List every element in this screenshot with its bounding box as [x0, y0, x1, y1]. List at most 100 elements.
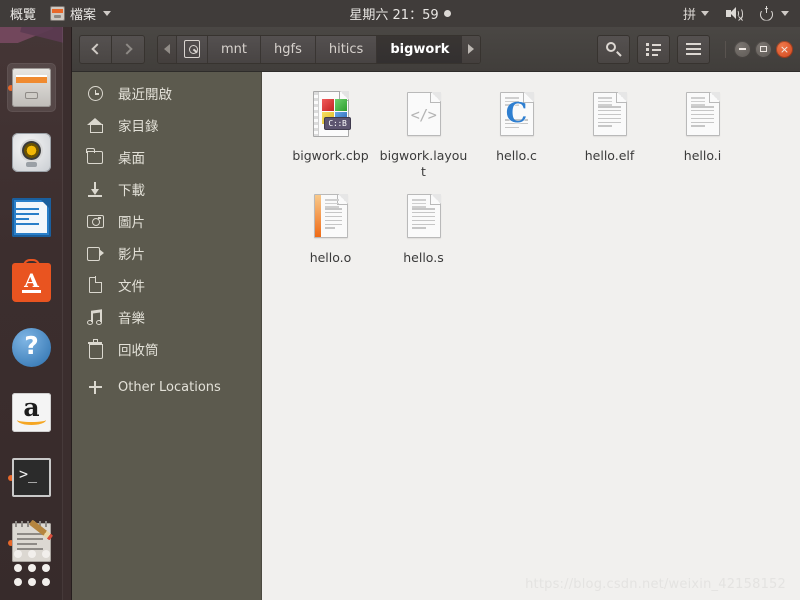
help-question-icon: ?: [12, 328, 51, 367]
chevron-down-icon: [701, 11, 709, 16]
back-button[interactable]: [79, 34, 112, 64]
file-label: hello.elf: [584, 148, 635, 163]
file-item-hello-s[interactable]: hello.s: [377, 188, 470, 274]
chevron-down-icon: [781, 11, 789, 16]
software-center-icon: A: [12, 259, 51, 302]
file-item-hello-i[interactable]: hello.i: [656, 86, 749, 188]
sidebar-item-other-locations[interactable]: Other Locations: [72, 371, 261, 403]
file-label: hello.i: [683, 148, 722, 163]
amazon-icon: a: [12, 393, 51, 432]
sidebar-item-label: 下載: [118, 183, 145, 199]
top-panel-left: 概覽 檔案: [0, 0, 114, 27]
disk-drive-icon: [184, 40, 200, 58]
launcher-item-ubuntu-software[interactable]: A: [7, 258, 56, 307]
sidebar-item-label: 家目錄: [118, 119, 159, 135]
file-label: hello.o: [309, 250, 352, 265]
volume-muted-icon: ×: [726, 6, 744, 23]
sidebar-item-label: 桌面: [118, 151, 145, 167]
sidebar-item-label: 文件: [118, 279, 145, 295]
file-item-hello-elf[interactable]: hello.elf: [563, 86, 656, 188]
sidebar-item-videos[interactable]: 影片: [72, 237, 261, 269]
sidebar-item-label: 音樂: [118, 311, 145, 327]
sidebar-item-home[interactable]: 家目錄: [72, 109, 261, 141]
file-item-hello-o[interactable]: hello.o: [284, 188, 377, 274]
file-item-bigwork-cbp[interactable]: C::B bigwork.cbp: [284, 86, 377, 188]
close-button[interactable]: ×: [776, 40, 793, 58]
clock-button[interactable]: 星期六 21：59: [349, 4, 451, 23]
sidebar-item-pictures[interactable]: 圖片: [72, 205, 261, 237]
triangle-left-icon: [164, 44, 170, 54]
sidebar-item-downloads[interactable]: 下載: [72, 173, 261, 205]
sidebar-item-trash[interactable]: 回收筒: [72, 333, 261, 365]
camera-icon: [72, 214, 118, 228]
text-file-icon: [400, 192, 448, 246]
sidebar-item-documents[interactable]: 文件: [72, 269, 261, 301]
file-type-badge: C::B: [324, 117, 351, 130]
breadcrumb-device[interactable]: [176, 35, 207, 63]
sidebar-item-label: 影片: [118, 247, 145, 263]
sidebar-item-label: 回收筒: [118, 343, 159, 359]
list-view-icon: [646, 43, 661, 56]
file-item-bigwork-layout[interactable]: </> bigwork.layout: [377, 86, 470, 188]
maximize-button[interactable]: [755, 40, 772, 58]
ime-label: 拼: [682, 8, 696, 23]
breadcrumb-scroll-right[interactable]: [462, 35, 481, 63]
file-manager-icon: [12, 68, 51, 107]
launcher-item-rhythmbox[interactable]: [7, 128, 56, 177]
overview-button[interactable]: 概覽: [7, 0, 39, 27]
app-menu-label: 檔案: [70, 8, 97, 23]
window-titlebar: mnt hgfs hitics bigwork ×: [72, 27, 800, 72]
top-panel-right: 拼 ×: [680, 0, 800, 27]
trash-icon: [72, 339, 118, 359]
document-icon: [72, 277, 118, 293]
wallpaper-peek: [0, 27, 63, 43]
window-controls: ×: [725, 40, 793, 58]
recording-indicator-icon: [443, 10, 451, 17]
app-menu-files[interactable]: 檔案: [47, 0, 114, 27]
sidebar-item-desktop[interactable]: 桌面: [72, 141, 261, 173]
file-item-hello-c[interactable]: C hello.c: [470, 86, 563, 188]
launcher-item-terminal[interactable]: >_: [7, 453, 56, 502]
breadcrumb-crumb-3[interactable]: bigwork: [376, 35, 463, 63]
minimize-button[interactable]: [734, 40, 751, 58]
menu-button[interactable]: [677, 34, 710, 64]
file-label: hello.s: [403, 250, 444, 265]
launcher-item-amazon[interactable]: a: [7, 388, 56, 437]
search-icon: [606, 41, 622, 57]
chevron-down-icon: [103, 11, 112, 16]
codeblocks-project-icon: C::B: [307, 90, 355, 144]
session-menu[interactable]: [757, 0, 792, 27]
clock-label: 星期六 21：59: [349, 8, 439, 23]
breadcrumb-crumb-2[interactable]: hitics: [314, 35, 377, 63]
writer-document-icon: [12, 198, 51, 237]
launcher-item-help[interactable]: ?: [7, 323, 56, 372]
search-button[interactable]: [597, 34, 630, 64]
app-grid-icon[interactable]: [14, 550, 50, 586]
text-file-icon: [679, 90, 727, 144]
music-note-icon: [72, 308, 118, 325]
file-label: bigwork.layout: [379, 148, 468, 179]
volume-indicator[interactable]: ×: [723, 0, 746, 27]
folder-icon: [72, 147, 118, 164]
unity-launcher: A ? a >_: [0, 27, 63, 600]
sidebar-item-recent[interactable]: 最近開啟: [72, 77, 261, 109]
file-list-area[interactable]: C::B bigwork.cbp </> bigwork.layout C he…: [262, 72, 800, 600]
clock-icon: [72, 85, 118, 101]
file-manager-window: mnt hgfs hitics bigwork × 最近開啟 家目錄 桌面 下載…: [72, 27, 800, 600]
video-icon: [72, 247, 118, 261]
chevron-left-icon: [91, 43, 103, 55]
download-icon: [72, 181, 118, 197]
launcher-item-libreoffice-writer[interactable]: [7, 193, 56, 242]
file-grid: C::B bigwork.cbp </> bigwork.layout C he…: [284, 86, 790, 274]
file-type-badge: C: [505, 98, 528, 129]
sidebar-item-music[interactable]: 音樂: [72, 301, 261, 333]
view-toggle-button[interactable]: [637, 34, 670, 64]
input-method-indicator[interactable]: 拼: [680, 0, 712, 27]
forward-button[interactable]: [112, 34, 145, 64]
breadcrumb-scroll-left[interactable]: [158, 35, 176, 63]
code-file-icon: </>: [400, 90, 448, 144]
breadcrumb-crumb-1[interactable]: hgfs: [260, 35, 315, 63]
file-label: bigwork.cbp: [292, 148, 369, 163]
launcher-item-files[interactable]: [7, 63, 56, 112]
breadcrumb-crumb-0[interactable]: mnt: [207, 35, 260, 63]
